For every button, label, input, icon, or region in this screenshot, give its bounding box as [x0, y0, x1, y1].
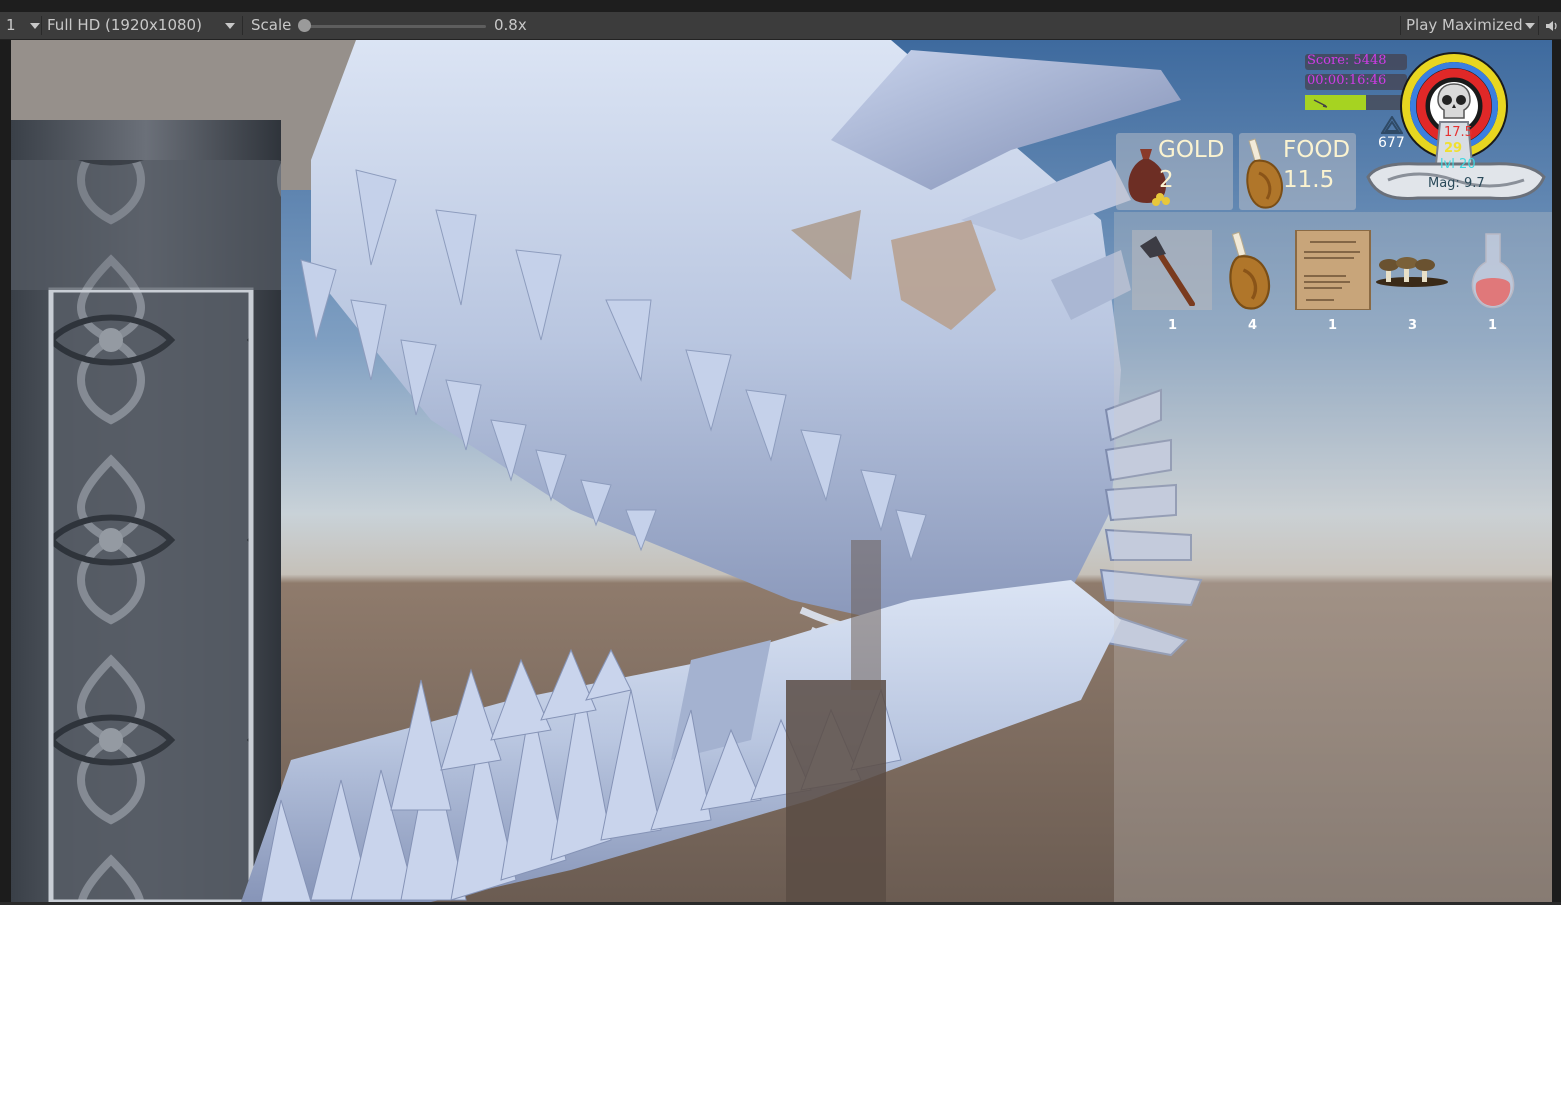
- scale-value: 0.8x: [494, 16, 527, 34]
- item-count: 4: [1248, 318, 1258, 333]
- divider: [1400, 16, 1401, 35]
- potion-icon: [1471, 233, 1515, 309]
- speaker-icon: [1546, 20, 1557, 31]
- chevron-down-icon: [29, 22, 40, 29]
- gold-panel: GOLD 2: [1116, 133, 1233, 210]
- scale-slider-handle[interactable]: [298, 19, 311, 32]
- axe-icon: [1140, 236, 1195, 306]
- food-panel: FOOD 11.5: [1239, 133, 1356, 210]
- scale-label: Scale: [251, 16, 292, 34]
- inventory-slot[interactable]: 3: [1372, 230, 1452, 333]
- meat-icon: [1229, 231, 1271, 310]
- meat-icon: [1246, 138, 1283, 209]
- item-count: 3: [1408, 318, 1418, 333]
- item-count: 1: [1488, 318, 1498, 333]
- item-count: 1: [1328, 318, 1338, 333]
- play-mode-label: Play Maximized: [1406, 16, 1523, 34]
- chevron-down-icon: [1524, 22, 1535, 29]
- editor-top-strip: [0, 0, 1561, 12]
- scroll-icon: [1295, 230, 1371, 310]
- food-value: 11.5: [1283, 167, 1335, 193]
- gold-value: 2: [1159, 167, 1174, 193]
- resolution-label: Full HD (1920x1080): [47, 16, 202, 34]
- divider: [242, 16, 243, 35]
- mute-audio-button[interactable]: [1544, 12, 1560, 39]
- inventory-slot[interactable]: 1: [1132, 230, 1212, 333]
- magic-text: Mag: 9.7: [1428, 176, 1485, 191]
- item-count: 1: [1168, 318, 1178, 333]
- display-dropdown[interactable]: 1: [6, 12, 40, 39]
- divider: [1538, 16, 1539, 35]
- level-text: lvl 20: [1440, 157, 1476, 172]
- scale-slider-track[interactable]: [304, 25, 486, 28]
- chevron-down-icon: [225, 23, 235, 29]
- play-mode-dropdown[interactable]: Play Maximized: [1406, 12, 1535, 39]
- resolution-dropdown[interactable]: Full HD (1920x1080): [47, 12, 237, 39]
- game-viewport[interactable]: Score: 5448 00:00:16:46 677 17.5 29 lvl …: [0, 40, 1561, 902]
- inventory-slot[interactable]: 1: [1452, 230, 1532, 333]
- stat-red: 17.5: [1444, 125, 1473, 140]
- stat-yellow: 29: [1444, 141, 1463, 156]
- inventory-bar: 1 4 1 3 1: [1116, 220, 1554, 333]
- inventory-slot[interactable]: 4: [1212, 230, 1292, 333]
- viewport-bottom-border: [0, 902, 1561, 905]
- display-index: 1: [6, 16, 16, 34]
- mushroom-icon: [1376, 257, 1448, 287]
- divider: [41, 16, 42, 35]
- food-label: FOOD: [1283, 137, 1351, 163]
- inventory-slot[interactable]: 1: [1292, 230, 1372, 333]
- skull-icon: [1437, 83, 1471, 119]
- gold-label: GOLD: [1158, 137, 1225, 163]
- game-view-toolbar: 1 Full HD (1920x1080) Scale 0.8x Play Ma…: [0, 12, 1561, 40]
- sword-icon: [1313, 99, 1328, 108]
